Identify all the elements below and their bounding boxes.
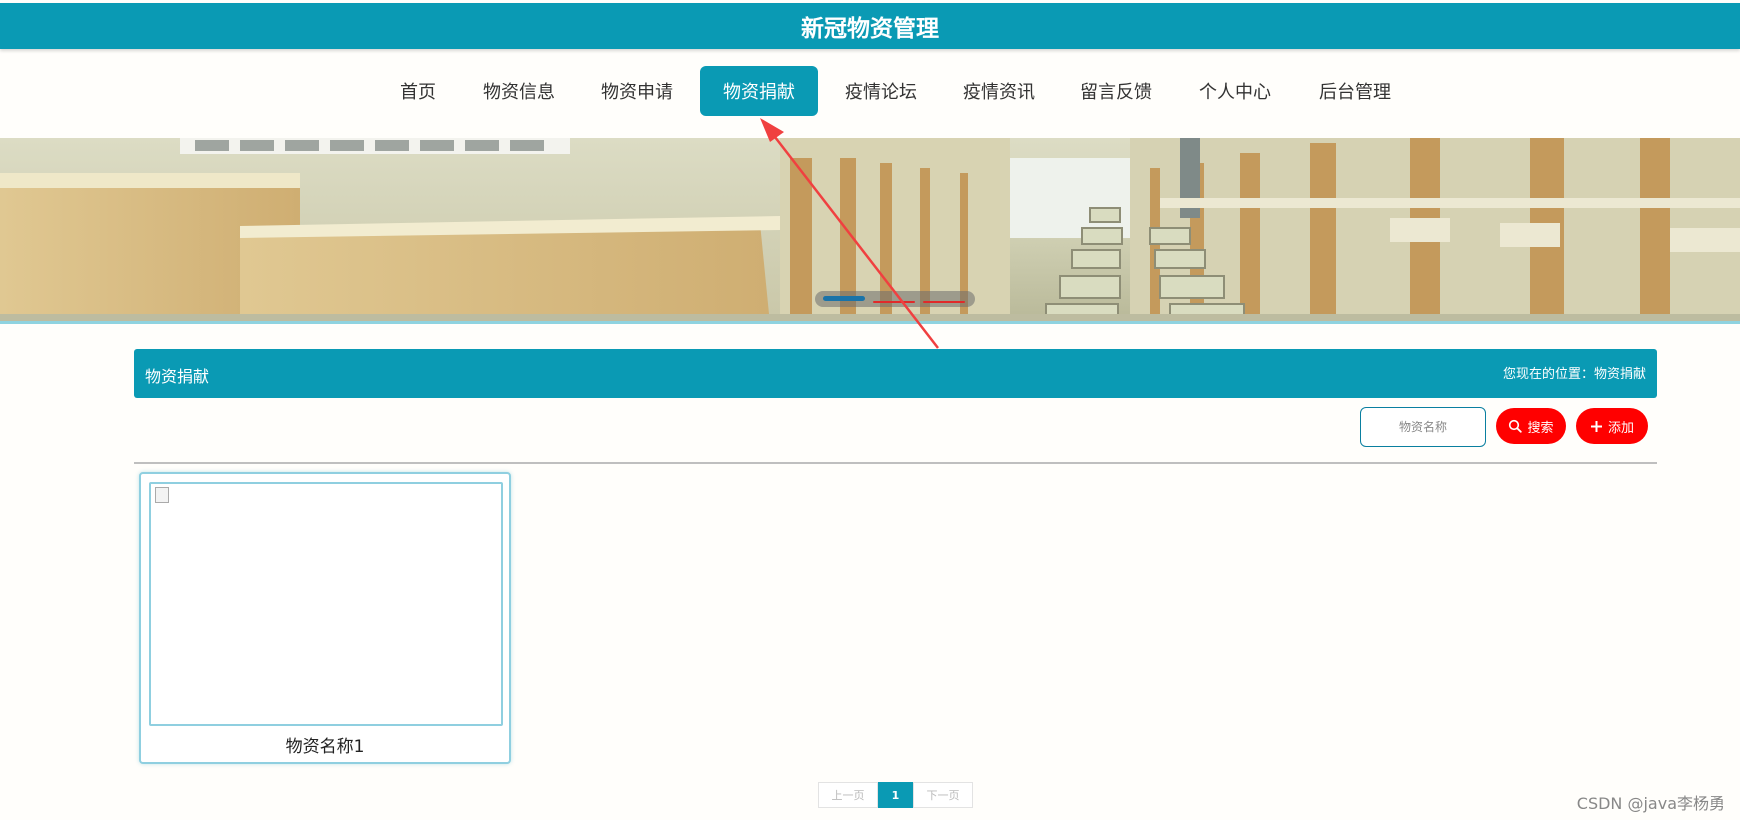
nav-item-supplies-donate[interactable]: 物资捐献 [700, 66, 818, 116]
supply-card[interactable]: 物资名称1 [139, 472, 511, 764]
watermark: CSDN @java李杨勇 [1576, 794, 1725, 813]
section-title: 物资捐献 [145, 367, 210, 386]
carousel-indicators [815, 291, 975, 307]
pagination-page-current[interactable]: 1 [878, 782, 913, 808]
toolbar-divider [134, 462, 1657, 464]
carousel-dot-2[interactable] [873, 301, 915, 303]
section-header: 物资捐献 您现在的位置：物资捐献 [134, 349, 1657, 398]
add-button-label: 添加 [1607, 420, 1634, 436]
carousel-dot-1[interactable] [823, 296, 865, 301]
nav-item-admin[interactable]: 后台管理 [1314, 66, 1396, 116]
main-nav: 首页 物资信息 物资申请 物资捐献 疫情论坛 疫情资讯 留言反馈 个人中心 后台… [0, 66, 1740, 118]
search-button-label: 搜索 [1527, 420, 1554, 436]
plus-icon [1590, 420, 1602, 432]
nav-item-profile[interactable]: 个人中心 [1194, 66, 1276, 116]
nav-item-forum[interactable]: 疫情论坛 [840, 66, 922, 116]
pagination-next[interactable]: 下一页 [913, 782, 973, 808]
site-title-bar: 新冠物资管理 [0, 3, 1740, 49]
breadcrumb: 您现在的位置：物资捐献 [1502, 367, 1646, 382]
nav-item-home[interactable]: 首页 [390, 66, 446, 116]
carousel-dot-3[interactable] [923, 301, 965, 303]
supply-card-image[interactable] [149, 482, 503, 726]
site-title: 新冠物资管理 [801, 16, 939, 42]
search-icon [1509, 419, 1523, 433]
nav-item-supplies-apply[interactable]: 物资申请 [596, 66, 678, 116]
broken-image-icon [155, 487, 169, 503]
pagination-prev[interactable]: 上一页 [818, 782, 878, 808]
supply-card-name[interactable]: 物资名称1 [141, 732, 509, 757]
nav-item-feedback[interactable]: 留言反馈 [1075, 66, 1157, 116]
search-input[interactable] [1360, 407, 1486, 447]
add-button[interactable]: 添加 [1576, 408, 1648, 444]
nav-item-news[interactable]: 疫情资讯 [958, 66, 1040, 116]
search-button[interactable]: 搜索 [1496, 408, 1566, 444]
nav-item-supplies-info[interactable]: 物资信息 [478, 66, 560, 116]
